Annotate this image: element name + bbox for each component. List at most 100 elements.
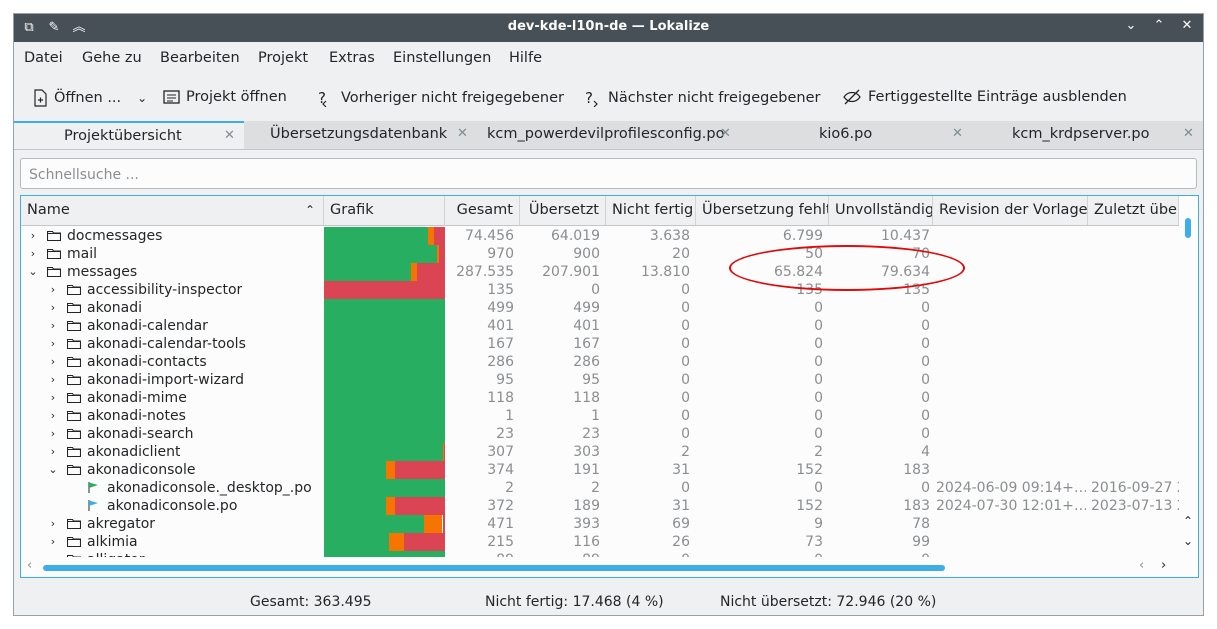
table-row[interactable]: › akonadi-import-wizard 95 95 0 0 0 (21, 371, 1179, 389)
scroll-left-icon[interactable]: ‹ (1139, 558, 1144, 573)
column-header-uebersetzt[interactable]: Übersetzt (520, 196, 606, 225)
scroll-right-icon[interactable]: › (1161, 558, 1166, 573)
table-row[interactable]: › akonadi-contacts 286 286 0 0 0 (21, 353, 1179, 371)
scroll-thumb[interactable] (1185, 218, 1191, 238)
table-row[interactable]: › akonadi 499 499 0 0 0 (21, 299, 1179, 317)
row-name: akonadiclient (87, 444, 181, 460)
cell-incomplete: 0 (921, 408, 930, 424)
cell-untranslated: 2 (814, 444, 823, 460)
cell-last-translated (1091, 335, 1179, 353)
cell-last-translated: 2023-07-13 2 (1091, 498, 1179, 514)
column-header-nicht-fertig[interactable]: Nicht fertig (606, 196, 696, 225)
collapse-arrow-icon[interactable]: ⌄ (47, 461, 59, 479)
menu-projekt[interactable]: Projekt (258, 50, 308, 66)
cell-incomplete: 135 (903, 282, 930, 298)
scroll-up-icon[interactable]: ⌃ (1183, 514, 1193, 528)
close-tab-icon[interactable]: ✕ (952, 126, 963, 141)
scroll-down-icon[interactable]: ⌄ (1183, 534, 1193, 548)
menu-bearbeiten[interactable]: Bearbeiten (160, 50, 240, 66)
tab-kcm-krdpserver[interactable]: kcm_krdpserver.po ✕ (975, 121, 1204, 149)
expand-arrow-icon[interactable]: › (47, 299, 59, 317)
column-header-grafik[interactable]: Grafik (324, 196, 445, 225)
window-title: dev-kde-l10n-de — Lokalize (507, 19, 710, 34)
column-header-unvollstaendig[interactable]: Unvollständig (829, 196, 933, 225)
horizontal-scrollbar[interactable]: ‹ ‹ › (21, 557, 1179, 577)
table-row[interactable]: › akonadi-search 23 23 0 0 0 (21, 425, 1179, 443)
menu-gehe-zu[interactable]: Gehe zu (82, 50, 142, 66)
chevron-down-icon[interactable]: ⌄ (137, 91, 147, 105)
scroll-left-icon[interactable]: ‹ (27, 558, 32, 573)
table-row[interactable]: › alkimia 215 116 26 73 99 (21, 533, 1179, 551)
collapse-arrow-icon[interactable]: ⌄ (27, 263, 39, 281)
cell-incomplete: 0 (921, 372, 930, 388)
column-header-gesamt[interactable]: Gesamt (445, 196, 520, 225)
header-label: Übersetzung fehlt (702, 202, 829, 218)
tab-kcm-powerdevil[interactable]: kcm_powerdevilprofilesconfig.po ✕ (476, 121, 744, 149)
table-row[interactable]: › akonadi-calendar 401 401 0 0 0 (21, 317, 1179, 335)
table-row[interactable]: akonadiconsole._desktop_.po 2 2 0 0 0 2024-06-… (21, 479, 1179, 497)
table-body: › docmessages 74.456 64.019 3.638 6.799 10.437… (21, 227, 1179, 557)
tab-projektuebersicht[interactable]: Projektübersicht ✕ (14, 121, 244, 149)
cell-revision (936, 461, 1086, 479)
vertical-scrollbar[interactable]: ⌃ ⌄ (1179, 196, 1198, 557)
expand-arrow-icon[interactable]: › (47, 335, 59, 353)
expand-arrow-icon[interactable]: › (47, 533, 59, 551)
expand-arrow-icon[interactable]: › (47, 443, 59, 461)
close-icon[interactable]: ✕ (1179, 17, 1195, 35)
table-row[interactable]: › akregator 471 393 69 9 78 (21, 515, 1179, 533)
table-row[interactable]: › docmessages 74.456 64.019 3.638 6.799 10.437 (21, 227, 1179, 245)
expand-arrow-icon[interactable]: › (47, 353, 59, 371)
expand-arrow-icon[interactable]: › (47, 281, 59, 299)
cell-last-translated (1091, 353, 1179, 371)
menu-datei[interactable]: Datei (24, 50, 63, 66)
table-row[interactable]: ⌄ akonadiconsole 374 191 31 152 183 (21, 461, 1179, 479)
tab-kio6[interactable]: kio6.po ✕ (745, 121, 974, 149)
table-row[interactable]: › mail 970 900 20 50 70 (21, 245, 1179, 263)
table-row[interactable]: › akonadi-notes 1 1 0 0 0 (21, 407, 1179, 425)
column-header-name[interactable]: Name ⌃ (21, 196, 324, 225)
minimize-icon[interactable]: ⌄ (1123, 17, 1139, 35)
header-label: Übersetzt (528, 202, 599, 218)
search-input[interactable] (21, 159, 1148, 190)
maximize-icon[interactable]: ⌃ (1151, 17, 1167, 35)
expand-arrow-icon[interactable]: › (47, 371, 59, 389)
column-header-revision[interactable]: Revision der Vorlage (933, 196, 1088, 225)
close-tab-icon[interactable]: ✕ (224, 128, 235, 143)
close-tab-icon[interactable]: ✕ (1183, 126, 1194, 141)
cell-fuzzy: 0 (681, 318, 690, 334)
expand-arrow-icon[interactable]: › (27, 245, 39, 263)
column-header-zuletzt[interactable]: Zuletzt über (1088, 196, 1179, 225)
expand-arrow-icon[interactable]: › (47, 317, 59, 335)
cell-last-translated (1091, 425, 1179, 443)
open-button[interactable]: Öffnen ... ⌄ (32, 89, 147, 107)
table-row[interactable]: › akonadiclient 307 303 2 2 4 (21, 443, 1179, 461)
row-name: docmessages (67, 228, 163, 244)
close-tab-icon[interactable]: ✕ (457, 126, 468, 141)
close-tab-icon[interactable]: ✕ (720, 126, 731, 141)
menu-hilfe[interactable]: Hilfe (509, 50, 542, 66)
open-project-button[interactable]: Projekt öffnen (163, 89, 287, 105)
expand-arrow-icon[interactable]: › (27, 227, 39, 245)
header-label: Nicht fertig (612, 202, 694, 218)
expand-arrow-icon[interactable]: › (47, 389, 59, 407)
expand-arrow-icon[interactable]: › (47, 425, 59, 443)
expand-arrow-icon[interactable]: › (47, 515, 59, 533)
table-row[interactable]: ⌄ messages 287.535 207.901 13.810 65.824 79.63… (21, 263, 1179, 281)
cell-translated: 286 (573, 354, 600, 370)
menu-einstellungen[interactable]: Einstellungen (393, 50, 491, 66)
next-unapproved-button[interactable]: ? Nächster nicht freigegebener (584, 89, 820, 107)
table-row[interactable]: akonadiconsole.po 372 189 31 152 183 2024-07-3… (21, 497, 1179, 515)
cell-fuzzy: 0 (681, 426, 690, 442)
table-row[interactable]: › akonadi-mime 118 118 0 0 0 (21, 389, 1179, 407)
scroll-thumb[interactable] (43, 565, 945, 571)
row-name: akonadi-import-wizard (87, 372, 244, 388)
tab-uebersetzungsdatenbank[interactable]: Übersetzungsdatenbank ✕ (245, 121, 475, 149)
prev-unapproved-button[interactable]: ? Vorheriger nicht freigegebener (317, 89, 564, 107)
menu-extras[interactable]: Extras (329, 50, 375, 66)
hide-done-button[interactable]: Fertiggestellte Einträge ausblenden (842, 89, 1127, 105)
table-row[interactable]: › akonadi-calendar-tools 167 167 0 0 0 (21, 335, 1179, 353)
column-header-uebersetzung-fehlt[interactable]: Übersetzung fehlt (696, 196, 829, 225)
table-row[interactable]: › accessibility-inspector 135 0 0 135 135 (21, 281, 1179, 299)
cell-translated: 303 (573, 444, 600, 460)
expand-arrow-icon[interactable]: › (47, 407, 59, 425)
